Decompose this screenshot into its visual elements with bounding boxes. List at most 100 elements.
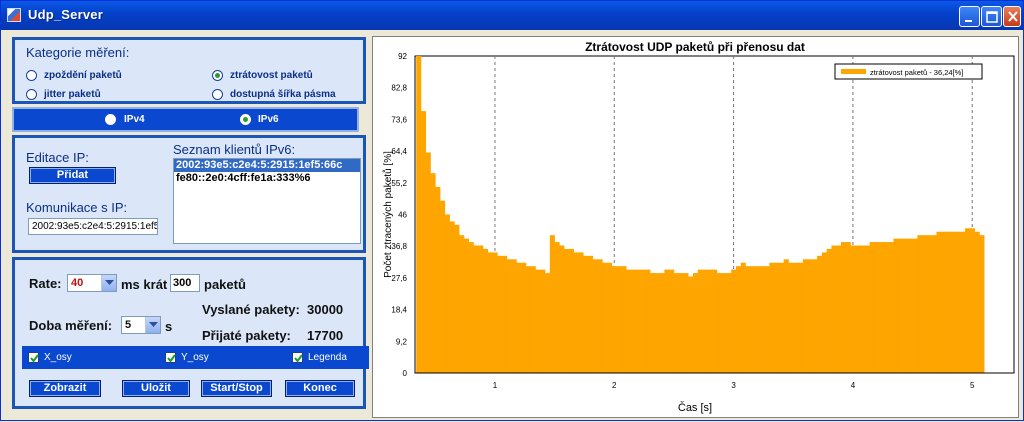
checkbox-x-axis[interactable] [28, 352, 39, 363]
y-axis-label: Počet ztracených paketů [%] [382, 151, 394, 278]
radio-ipv6[interactable] [240, 114, 251, 125]
y-tick-label: 18,4 [391, 306, 407, 315]
bar [664, 269, 670, 373]
bar [755, 266, 761, 373]
bar [879, 242, 885, 373]
radio-loss-label[interactable]: ztrátovost paketů [230, 70, 313, 81]
bar [960, 231, 966, 373]
rate-unit: ms krát [121, 277, 168, 292]
packets-field[interactable]: 300 [170, 274, 200, 292]
bar [502, 255, 508, 373]
bar [559, 245, 565, 373]
bar [969, 228, 975, 373]
save-button[interactable]: Uložit [122, 380, 190, 397]
bar [726, 273, 732, 373]
close-button[interactable] [1003, 6, 1021, 27]
category-heading: Kategorie měření: [26, 45, 130, 60]
bar [965, 228, 971, 373]
bar [769, 262, 775, 373]
received-value: 17700 [307, 328, 344, 343]
bar [492, 252, 498, 373]
checkbox-x-axis-label[interactable]: X_osy [44, 352, 72, 363]
bar [764, 266, 770, 373]
end-button[interactable]: Konec [285, 380, 355, 397]
bar [721, 273, 727, 373]
radio-bandwidth-label[interactable]: dostupná šířka pásma [230, 89, 336, 100]
ip-version-bar: IPv4 IPv6 [12, 107, 359, 132]
radio-bandwidth[interactable] [212, 89, 223, 100]
client-area: Kategorie měření: zpoždění paketů ztráto… [5, 30, 1019, 418]
bar [473, 245, 479, 373]
bar [683, 273, 689, 373]
bar [516, 262, 522, 373]
list-item[interactable]: 2002:93e5:c2e4:5:2915:1ef5:66c [174, 159, 360, 172]
bar [774, 262, 780, 373]
settings-panel: Rate: 40 ms krát 300 paketů Vyslané pake… [12, 257, 369, 409]
bar [621, 266, 627, 373]
bar [793, 262, 799, 373]
x-tick-label: 2 [612, 381, 617, 390]
add-button[interactable]: Přidat [29, 167, 116, 184]
bar [616, 266, 622, 373]
radio-ipv6-label[interactable]: IPv6 [258, 114, 279, 125]
radio-delay-label[interactable]: zpoždění paketů [44, 70, 122, 81]
bar [702, 269, 708, 373]
bar [812, 259, 818, 373]
radio-delay[interactable] [26, 70, 37, 81]
rate-dropdown-arrow[interactable] [101, 275, 116, 291]
clients-list[interactable]: 2002:93e5:c2e4:5:2915:1ef5:66c fe80::2e0… [173, 158, 361, 244]
bar [425, 152, 431, 373]
checkbox-legend[interactable] [292, 352, 303, 363]
comm-ip-field[interactable]: 2002:93e5:c2e4:5:2915:1ef5 [28, 218, 158, 235]
bar [945, 231, 952, 373]
maximize-button[interactable] [981, 6, 1002, 27]
checkbox-y-axis-label[interactable]: Y_osy [181, 352, 209, 363]
bar [759, 266, 765, 373]
bar [716, 273, 722, 373]
show-button[interactable]: Zobrazit [29, 380, 101, 397]
bar [468, 242, 474, 373]
bar [788, 262, 794, 373]
checkbox-y-axis[interactable] [165, 352, 176, 363]
radio-ipv4[interactable] [105, 114, 116, 125]
bar [573, 252, 579, 373]
bar [745, 266, 751, 373]
bar [912, 238, 918, 373]
close-icon [1008, 11, 1018, 22]
bar [525, 266, 532, 373]
duration-dropdown-arrow[interactable] [145, 317, 160, 333]
radio-loss[interactable] [212, 70, 223, 81]
duration-value: 5 [125, 319, 132, 331]
bar [941, 231, 947, 373]
checkmark-icon [294, 354, 303, 363]
rate-select[interactable]: 40 [67, 274, 117, 292]
bar [497, 255, 503, 373]
bar [645, 269, 651, 373]
radio-jitter[interactable] [26, 89, 37, 100]
bar [931, 235, 937, 373]
bar [626, 269, 632, 373]
sent-value: 30000 [307, 302, 344, 317]
minimize-button[interactable] [959, 6, 980, 27]
checkbox-legend-label[interactable]: Legenda [308, 352, 347, 363]
sent-label: Vyslané pakety: [202, 302, 300, 317]
start-stop-button[interactable]: Start/Stop [201, 380, 272, 397]
bar [511, 259, 517, 373]
bar [506, 259, 512, 373]
radio-jitter-label[interactable]: jitter paketů [44, 89, 101, 100]
main-window: Udp_Server Kategorie měření: zpoždění pa… [0, 0, 1024, 421]
bar [483, 248, 489, 373]
title-bar[interactable]: Udp_Server [1, 1, 1023, 30]
bar [817, 255, 823, 373]
list-item[interactable]: fe80::2e0:4cff:fe1a:333%6 [174, 172, 360, 185]
duration-select[interactable]: 5 [121, 316, 161, 334]
checkmark-icon [167, 354, 176, 363]
bar [430, 173, 436, 373]
bar [893, 238, 899, 373]
radio-ipv4-label[interactable]: IPv4 [124, 114, 145, 125]
bar [926, 235, 932, 373]
chevron-down-icon [149, 322, 158, 327]
bar [487, 252, 493, 373]
packets-unit: paketů [204, 277, 246, 292]
ip-edit-panel: Editace IP: Přidat Komunikace s IP: 2002… [12, 135, 366, 253]
